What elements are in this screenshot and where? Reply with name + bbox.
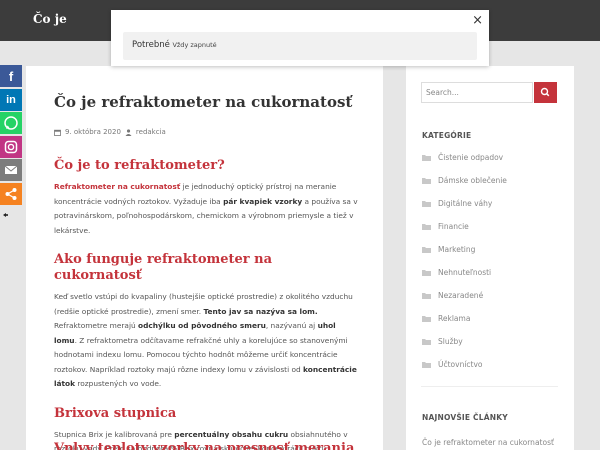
- hide-share-icon[interactable]: [2, 212, 8, 218]
- category-item[interactable]: Financie: [422, 222, 469, 231]
- category-label: Digitálne váhy: [438, 199, 493, 208]
- site-title[interactable]: Čo je: [33, 12, 67, 26]
- post-title: Čo je refraktometer na cukornatosť: [54, 93, 353, 111]
- bold-text: pár kvapiek vzorky: [223, 196, 303, 206]
- linkedin-icon: in: [6, 93, 16, 106]
- category-label: Nezaradené: [438, 291, 484, 300]
- calendar-icon: [54, 129, 61, 136]
- category-item[interactable]: Reklama: [422, 314, 470, 323]
- cookie-modal: × Potrebné Vždy zapnuté: [111, 10, 489, 66]
- whatsapp-share-button[interactable]: [0, 112, 22, 134]
- email-icon: [4, 165, 18, 174]
- category-label: Marketing: [438, 245, 476, 254]
- folder-icon: [422, 362, 431, 368]
- user-icon: [125, 128, 132, 136]
- keyword-link[interactable]: Refraktometer na cukornatosť: [54, 182, 180, 191]
- category-label: Služby: [438, 337, 463, 346]
- search-input[interactable]: Search...: [421, 82, 533, 103]
- article-card: Čo je refraktometer na cukornatosť 9. ok…: [26, 66, 383, 450]
- category-item[interactable]: Nehnuteľnosti: [422, 268, 491, 277]
- bold-text: Tento jav sa nazýva sa lom.: [203, 306, 318, 316]
- folder-icon: [422, 247, 431, 253]
- article: Čo je refraktometer na cukornatosť 9. ok…: [54, 92, 360, 450]
- category-label: Reklama: [438, 314, 471, 323]
- share-share-button[interactable]: [0, 182, 22, 205]
- paragraph-text: rozpustených vo vode.: [75, 379, 162, 388]
- paragraph-text: Stupnica Brix je kalibrovaná pre: [54, 429, 175, 439]
- share-icon: [5, 187, 17, 200]
- cookie-category-label: Potrebné: [132, 40, 170, 50]
- category-item[interactable]: Digitálne váhy: [422, 199, 492, 208]
- category-label: Dámske oblečenie: [438, 176, 507, 185]
- instagram-icon: [4, 140, 18, 153]
- paragraph-text: , nazývanú aj: [265, 321, 318, 330]
- folder-icon: [422, 270, 431, 276]
- search-button[interactable]: [534, 82, 557, 103]
- folder-icon: [422, 293, 431, 299]
- category-item[interactable]: Služby: [422, 337, 463, 346]
- section-heading: Brixova stupnica: [54, 405, 177, 421]
- folder-icon: [422, 201, 431, 207]
- post-author[interactable]: redakcia: [136, 128, 166, 136]
- instagram-share-button[interactable]: [0, 135, 22, 158]
- category-label: Nehnuteľnosti: [438, 268, 492, 277]
- category-item[interactable]: Účtovníctvo: [422, 360, 483, 369]
- search-icon: [540, 87, 550, 97]
- post-date[interactable]: 9. októbra 2020: [65, 128, 121, 136]
- category-item[interactable]: Čistenie odpadov: [422, 153, 503, 162]
- category-label: Čistenie odpadov: [438, 153, 504, 162]
- folder-icon: [422, 224, 431, 230]
- always-on-label: Vždy zapnuté: [172, 41, 217, 49]
- partial-heading: Vplyv teploty vzorky na presnosť merania: [54, 441, 355, 450]
- section-paragraph: Keď svetlo vstúpi do kvapaliny (hustejši…: [54, 290, 360, 392]
- post-meta: 9. októbra 2020 redakcia: [54, 128, 360, 136]
- whatsapp-icon: [4, 116, 18, 130]
- linkedin-share-button[interactable]: in: [0, 88, 22, 111]
- divider: [421, 386, 558, 387]
- recent-heading: NAJNOVŠIE ČLÁNKY: [422, 413, 508, 422]
- paragraph-text: Refraktometre merajú: [54, 321, 139, 330]
- close-icon[interactable]: ×: [472, 14, 483, 27]
- section-heading: Čo je to refraktometer?: [54, 158, 225, 173]
- category-label: Účtovníctvo: [438, 360, 483, 369]
- email-share-button[interactable]: [0, 159, 22, 181]
- category-item[interactable]: Nezaradené: [422, 291, 483, 300]
- folder-icon: [422, 178, 431, 184]
- section-paragraph: Refraktometer na cukornatosť je jednoduc…: [54, 180, 360, 238]
- folder-icon: [422, 316, 431, 322]
- category-item[interactable]: Dámske oblečenie: [422, 176, 507, 185]
- sidebar: Search... KATEGÓRIE Čistenie odpadov Dáms…: [406, 66, 574, 450]
- facebook-share-button[interactable]: f: [0, 65, 22, 87]
- facebook-icon: f: [8, 68, 14, 84]
- category-label: Financie: [438, 222, 469, 231]
- section-heading: Ako funguje refraktometer na cukornatosť: [54, 252, 273, 283]
- folder-icon: [422, 155, 431, 161]
- bold-text: odchýlku od pôvodného smeru: [138, 321, 266, 330]
- categories-heading: KATEGÓRIE: [422, 131, 472, 140]
- category-item[interactable]: Marketing: [422, 245, 475, 254]
- recent-post-link[interactable]: Čo je refraktometer na cukornatosť: [422, 438, 554, 447]
- cookie-category-row[interactable]: Potrebné Vždy zapnuté: [123, 32, 477, 60]
- folder-icon: [422, 339, 431, 345]
- article-body: Čo je to refraktometer? Refraktometer na …: [54, 158, 360, 450]
- bold-text: percentuálny obsahu cukru: [174, 429, 289, 439]
